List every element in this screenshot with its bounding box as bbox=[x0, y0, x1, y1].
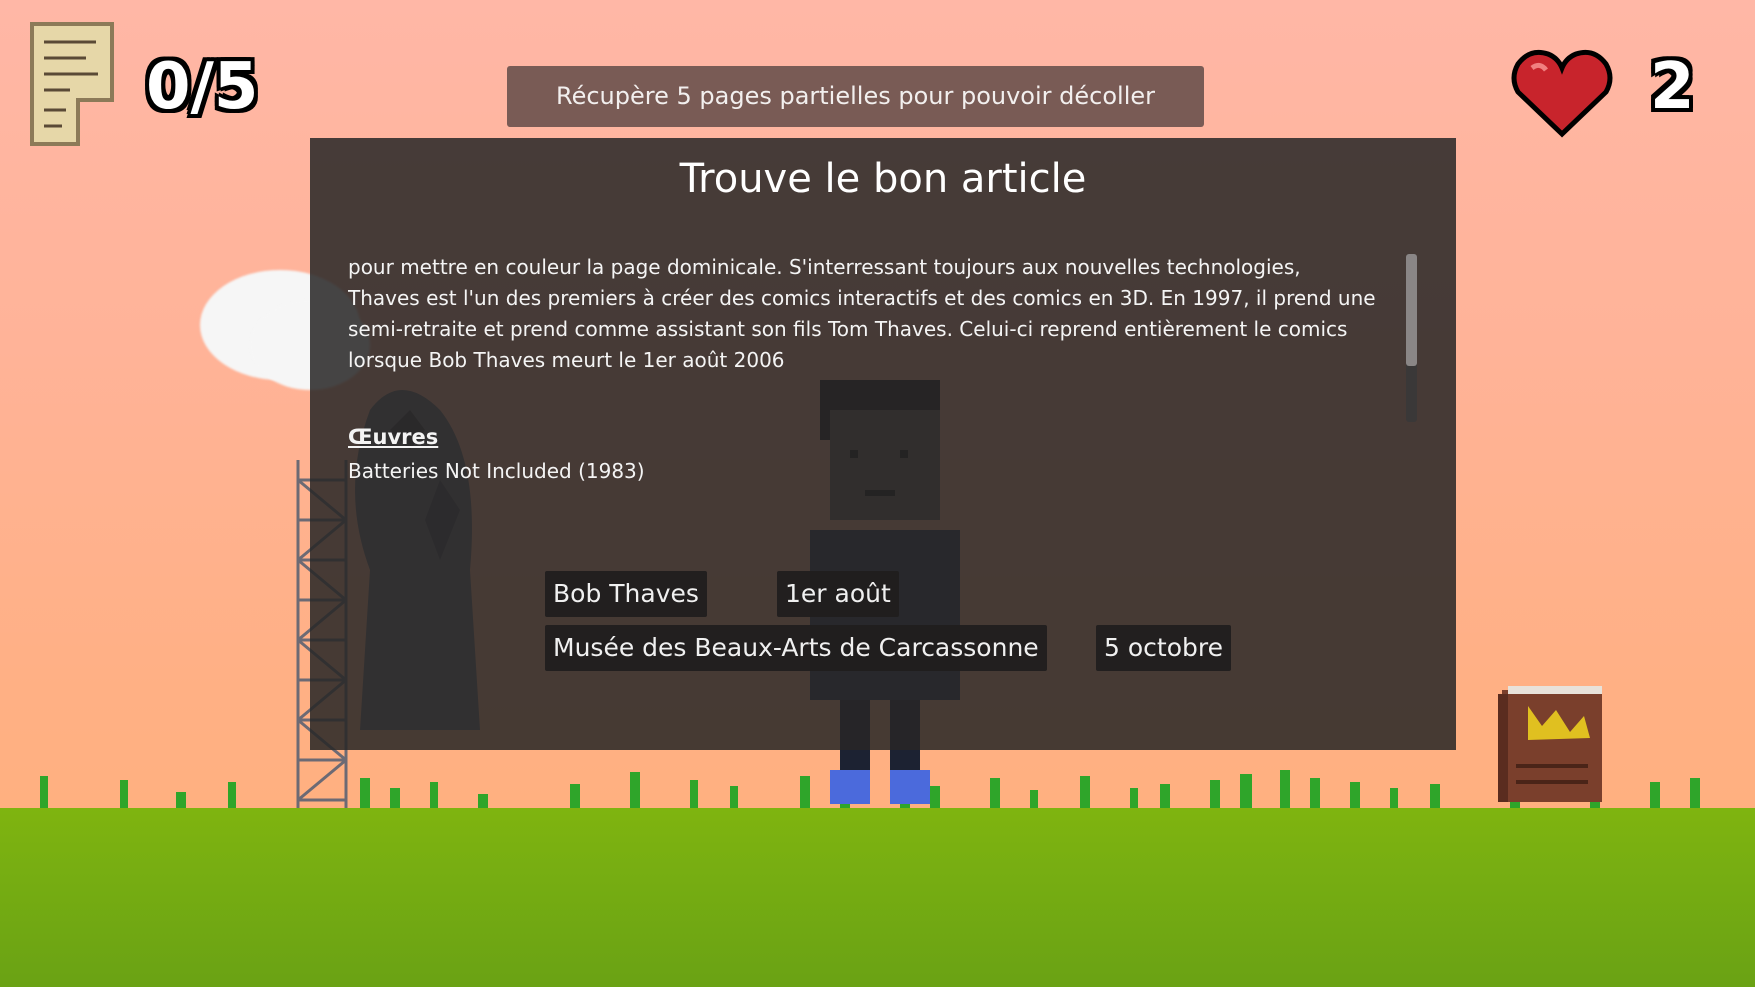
panel-title: Trouve le bon article bbox=[679, 156, 1087, 202]
answer-choice-1er-aout[interactable]: 1er août bbox=[777, 571, 899, 617]
game-scene: 0/5 2 Récupère 5 pages partielles pour p… bbox=[0, 0, 1755, 987]
pages-counter: 0/5 bbox=[146, 50, 259, 124]
objective-banner: Récupère 5 pages partielles pour pouvoir… bbox=[507, 66, 1204, 127]
lives-counter: 2 bbox=[1650, 50, 1695, 124]
scroll-page-icon bbox=[30, 22, 114, 146]
answer-choice-5-octobre[interactable]: 5 octobre bbox=[1096, 625, 1231, 671]
ground bbox=[0, 808, 1755, 987]
section-item: Batteries Not Included (1983) bbox=[348, 459, 645, 482]
article-quiz-panel: Trouve le bon article pour mettre en cou… bbox=[310, 138, 1456, 750]
answer-choice-bob-thaves[interactable]: Bob Thaves bbox=[545, 571, 707, 617]
article-scroll-area[interactable]: pour mettre en couleur la page dominical… bbox=[348, 252, 1378, 482]
scrollbar-thumb[interactable] bbox=[1406, 254, 1417, 366]
answer-choice-musee[interactable]: Musée des Beaux-Arts de Carcassonne bbox=[545, 625, 1047, 671]
heart-icon bbox=[1511, 49, 1613, 138]
article-text: pour mettre en couleur la page dominical… bbox=[348, 255, 1376, 372]
section-heading: Œuvres bbox=[348, 425, 439, 449]
article-scrollbar[interactable] bbox=[1406, 254, 1417, 422]
book-pickup bbox=[1498, 686, 1602, 802]
